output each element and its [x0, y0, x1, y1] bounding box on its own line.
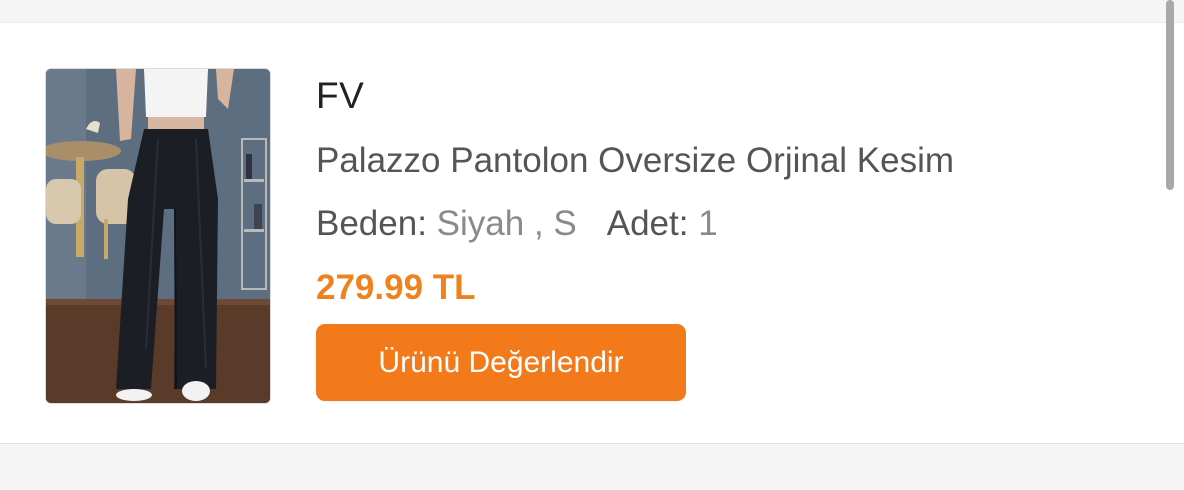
quantity-value: 1: [688, 204, 717, 243]
brand-name[interactable]: FV: [316, 75, 364, 117]
product-price: 279.99 TL: [316, 268, 476, 307]
product-photo-icon: [46, 69, 270, 403]
review-product-button[interactable]: Ürünü Değerlendir: [316, 324, 686, 401]
quantity-value-text: 1: [698, 204, 718, 243]
order-item-card: FV Palazzo Pantolon Oversize Orjinal Kes…: [0, 22, 1184, 444]
product-name[interactable]: Palazzo Pantolon Oversize Orjinal Kesim: [316, 141, 954, 181]
size-value-text: Siyah , S: [436, 204, 577, 243]
variant-row: Beden: Siyah , S Adet: 1: [316, 204, 718, 244]
order-item-viewport: FV Palazzo Pantolon Oversize Orjinal Kes…: [0, 0, 1184, 490]
size-value: Siyah , S: [427, 204, 577, 243]
product-image[interactable]: [45, 68, 271, 404]
quantity-label: Adet:: [606, 204, 689, 243]
size-label: Beden:: [316, 204, 427, 243]
scrollbar-thumb[interactable]: [1166, 0, 1174, 190]
